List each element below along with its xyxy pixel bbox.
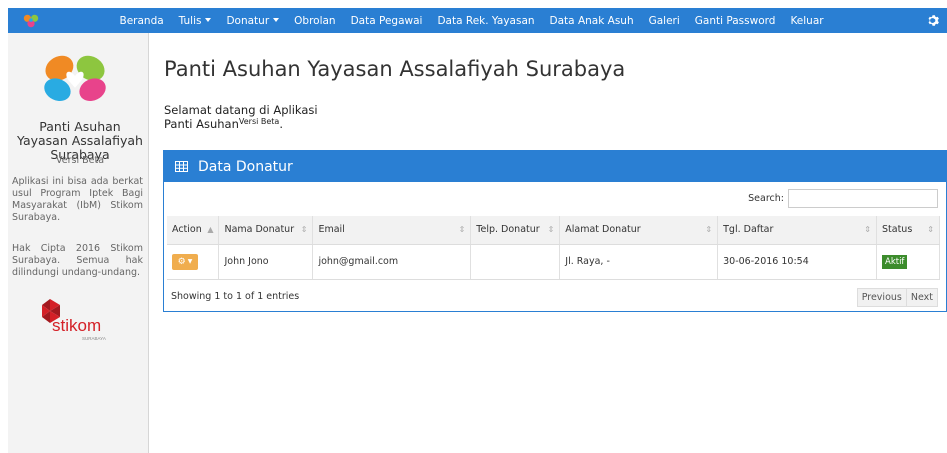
donor-table: Action ▲ Nama Donatur ⇕ Email ⇕ Telp. Donat… — [167, 216, 940, 280]
nama-cell: John Jono — [218, 244, 314, 280]
column-label: Email — [318, 224, 345, 236]
gear-icon[interactable] — [926, 14, 939, 27]
top-navbar: Beranda Tulis Donatur Obrolan Data Pegawai Da… — [8, 8, 947, 33]
panel-header: Data Donatur — [164, 151, 946, 182]
column-header-alamat[interactable]: Alamat Donatur ⇕ — [559, 216, 719, 245]
action-dropdown-button[interactable]: ⚙ ▼ — [172, 253, 198, 270]
nav-item-label: Tulis — [178, 14, 202, 27]
sort-icon: ⇕ — [864, 225, 871, 234]
nav-item-keluar[interactable]: Keluar — [783, 15, 831, 27]
nav-item-data-rek-yayasan[interactable]: Data Rek. Yayasan — [430, 15, 542, 27]
welcome-text: Selamat datang di Aplikasi Panti AsuhanV… — [164, 104, 318, 130]
nav-item-label: Data Anak Asuh — [549, 14, 634, 27]
nav-item-obrolan[interactable]: Obrolan — [287, 15, 343, 27]
sort-icon: ⇕ — [300, 225, 308, 234]
welcome-period: . — [279, 117, 283, 131]
column-label: Action — [172, 224, 202, 236]
sort-icon: ⇕ — [458, 225, 466, 234]
column-label: Status — [882, 224, 913, 236]
table-row: ⚙ ▼ John Jono john@gmail.com Jl. Raya, - … — [167, 244, 940, 280]
welcome-app-name: Panti Asuhan — [164, 117, 239, 131]
nav-item-tulis[interactable]: Tulis — [171, 15, 219, 27]
stikom-logo: stikom SURABAYA — [42, 299, 106, 341]
gear-icon: ⚙ — [177, 256, 186, 267]
status-cell: Aktif — [876, 244, 940, 280]
brand-logo-icon[interactable] — [22, 12, 40, 30]
column-label: Alamat Donatur — [565, 224, 641, 236]
email-cell: john@gmail.com — [312, 244, 472, 280]
nav-item-label: Donatur — [226, 14, 270, 27]
action-cell: ⚙ ▼ — [167, 244, 220, 280]
stikom-subtext: SURABAYA — [82, 336, 106, 341]
orphanage-logo — [44, 55, 106, 102]
telp-cell — [470, 244, 561, 280]
sidebar-description: Aplikasi ini bisa ada berkat usul Progra… — [12, 176, 143, 223]
nav-item-label: Data Rek. Yayasan — [437, 14, 535, 27]
search-input[interactable] — [788, 189, 938, 208]
donor-data-panel: Data Donatur Search: Action ▲ Nama Donatu… — [163, 150, 947, 312]
column-header-telp[interactable]: Telp. Donatur ⇕ — [470, 216, 561, 245]
nav-item-label: Data Pegawai — [350, 14, 423, 27]
column-header-nama[interactable]: Nama Donatur ⇕ — [218, 216, 314, 245]
column-header-action[interactable]: Action ▲ — [167, 216, 220, 245]
nav-item-label: Beranda — [119, 14, 164, 27]
sort-icon: ⇕ — [927, 225, 934, 234]
column-label: Tgl. Daftar — [723, 224, 774, 236]
sort-icon: ⇕ — [705, 225, 713, 234]
sort-asc-icon: ▲ — [207, 225, 214, 234]
previous-button[interactable]: Previous — [856, 288, 907, 307]
welcome-version: Versi Beta — [238, 117, 280, 126]
nav-item-data-anak-asuh[interactable]: Data Anak Asuh — [542, 15, 641, 27]
panel-title: Data Donatur — [198, 158, 293, 175]
sidebar-copyright: Hak Cipta 2016 Stikom Surabaya. Semua ha… — [12, 243, 143, 278]
stikom-text: stikom — [52, 316, 101, 335]
column-header-status[interactable]: Status ⇕ — [876, 216, 940, 245]
column-label: Telp. Donatur — [476, 224, 540, 236]
nav-item-data-pegawai[interactable]: Data Pegawai — [343, 15, 430, 27]
status-badge: Aktif — [882, 254, 908, 269]
pagination: Previous Next — [856, 288, 938, 307]
welcome-line-1: Selamat datang di Aplikasi — [164, 103, 318, 117]
nav-item-label: Galeri — [648, 14, 680, 27]
table-icon — [175, 161, 188, 172]
nav-item-ganti-password[interactable]: Ganti Password — [687, 15, 783, 27]
alamat-cell: Jl. Raya, - — [559, 244, 719, 280]
nav-item-donatur[interactable]: Donatur — [219, 15, 287, 27]
nav-item-galeri[interactable]: Galeri — [641, 15, 687, 27]
column-header-email[interactable]: Email ⇕ — [312, 216, 472, 245]
nav-item-beranda[interactable]: Beranda — [112, 15, 171, 27]
welcome-line-2: Panti AsuhanVersi Beta. — [164, 116, 318, 130]
sort-icon: ⇕ — [547, 225, 555, 234]
nav-item-label: Obrolan — [294, 14, 336, 27]
chevron-down-icon: ▼ — [187, 258, 193, 265]
column-label: Nama Donatur — [224, 224, 295, 236]
page-title: Panti Asuhan Yayasan Assalafiyah Surabay… — [164, 57, 626, 81]
search-row: Search: — [164, 189, 938, 208]
nav-item-label: Keluar — [790, 14, 824, 27]
nav-item-label: Ganti Password — [694, 14, 776, 27]
search-label: Search: — [748, 193, 784, 204]
column-header-tgl[interactable]: Tgl. Daftar ⇕ — [717, 216, 877, 245]
caret-down-icon — [205, 17, 212, 22]
next-button[interactable]: Next — [905, 288, 938, 307]
tgl-cell: 30-06-2016 10:54 — [717, 244, 877, 280]
entries-info: Showing 1 to 1 of 1 entries — [171, 291, 300, 302]
sidebar: Panti Asuhan Yayasan Assalafiyah Surabay… — [8, 33, 149, 453]
table-header-row: Action ▲ Nama Donatur ⇕ Email ⇕ Telp. Donat… — [167, 216, 940, 245]
nav-menu: Beranda Tulis Donatur Obrolan Data Pegawai Da… — [112, 8, 831, 33]
sidebar-version: Versi Beta — [55, 155, 105, 166]
caret-down-icon — [273, 17, 280, 22]
